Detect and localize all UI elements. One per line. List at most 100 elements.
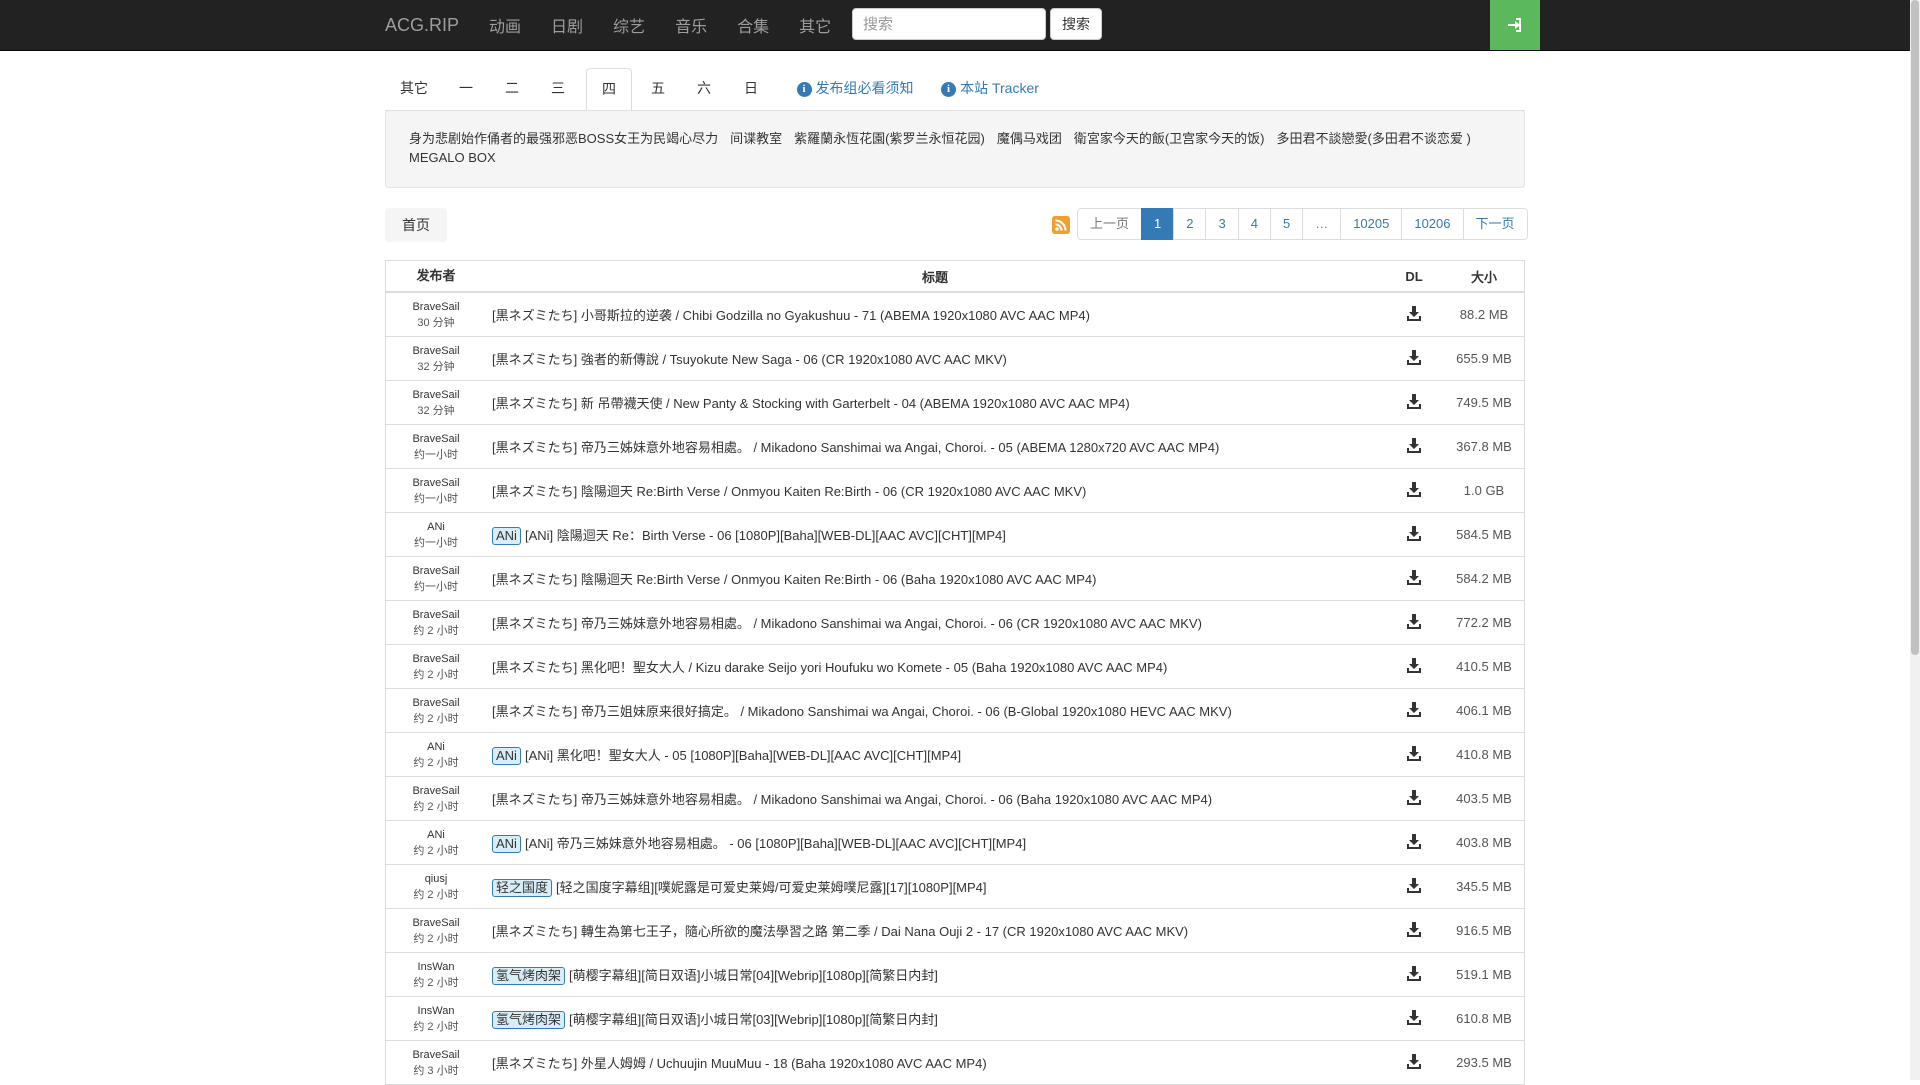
- breadcrumb[interactable]: 首页: [385, 208, 447, 242]
- torrent-title[interactable]: [萌樱字幕组][简日双语]小城日常[03][Webrip][1080p][简繁日…: [569, 1012, 938, 1027]
- download-icon[interactable]: [1406, 525, 1422, 541]
- download-icon[interactable]: [1406, 393, 1422, 409]
- torrent-title[interactable]: [黒ネズミたち] 帝乃三姊妹意外地容易相處。 / Mikadono Sanshi…: [492, 792, 1212, 807]
- page-5[interactable]: 5: [1269, 208, 1304, 240]
- publisher-name[interactable]: BraveSail: [386, 651, 486, 667]
- schedule-item[interactable]: 身为悲剧始作俑者的最强邪恶BOSS女王为民竭心尽力: [409, 131, 718, 146]
- download-icon[interactable]: [1406, 701, 1422, 717]
- publisher-name[interactable]: BraveSail: [386, 563, 486, 579]
- torrent-title[interactable]: [萌樱字幕组][简日双语]小城日常[04][Webrip][1080p][简繁日…: [569, 968, 938, 983]
- page-next[interactable]: 下一页: [1462, 208, 1528, 240]
- team-tag[interactable]: 轻之国度: [492, 878, 553, 897]
- publisher-name[interactable]: BraveSail: [386, 475, 486, 491]
- publisher-name[interactable]: ANi: [386, 739, 486, 755]
- download-icon[interactable]: [1406, 965, 1422, 981]
- team-tag[interactable]: ANi: [492, 834, 521, 853]
- schedule-item[interactable]: MEGALO BOX: [409, 150, 496, 165]
- nav-link-other[interactable]: 其它: [799, 13, 831, 37]
- schedule-item[interactable]: 间谍教室: [730, 131, 782, 146]
- page-prev[interactable]: 上一页: [1077, 208, 1143, 240]
- download-icon[interactable]: [1406, 789, 1422, 805]
- torrent-title[interactable]: [黒ネズミたち] 帝乃三姐妹原来很好搞定。 / Mikadono Sanshim…: [492, 704, 1232, 719]
- torrent-title[interactable]: [ANi] 帝乃三姊妹意外地容易相處。 - 06 [1080P][Baha][W…: [525, 836, 1026, 851]
- tab-sun[interactable]: 日: [728, 68, 774, 109]
- team-tag[interactable]: ANi: [492, 526, 521, 545]
- publisher-name[interactable]: BraveSail: [386, 343, 486, 359]
- download-icon[interactable]: [1406, 437, 1422, 453]
- tab-wed[interactable]: 三: [535, 68, 581, 109]
- torrent-title[interactable]: [黒ネズミたち] 強者的新傳說 / Tsuyokute New Saga - 0…: [492, 352, 1007, 367]
- download-icon[interactable]: [1406, 613, 1422, 629]
- team-tag[interactable]: 氢气烤肉架: [492, 1010, 566, 1029]
- login-button[interactable]: [1490, 0, 1540, 50]
- torrent-title[interactable]: [黒ネズミたち] 陰陽迴天 Re:Birth Verse / Onmyou Ka…: [492, 484, 1086, 499]
- download-icon[interactable]: [1406, 1053, 1422, 1069]
- publisher-name[interactable]: BraveSail: [386, 431, 486, 447]
- torrent-title[interactable]: [黒ネズミたち] 新 吊帶襪天使 / New Panty & Stocking …: [492, 396, 1130, 411]
- search-button[interactable]: 搜索: [1050, 8, 1102, 40]
- torrent-title[interactable]: [ANi] 黑化吧！聖女大人 - 05 [1080P][Baha][WEB-DL…: [525, 748, 961, 763]
- torrent-title[interactable]: [黒ネズミたち] 帝乃三姊妹意外地容易相處。 / Mikadono Sanshi…: [492, 440, 1219, 455]
- page-scrollbar[interactable]: [1910, 0, 1920, 1080]
- tab-sat[interactable]: 六: [681, 68, 727, 109]
- download-icon[interactable]: [1406, 877, 1422, 893]
- torrent-title[interactable]: [黒ネズミたち] 黑化吧！聖女大人 / Kizu darake Seijo yo…: [492, 660, 1167, 675]
- publisher-name[interactable]: BraveSail: [386, 695, 486, 711]
- download-icon[interactable]: [1406, 569, 1422, 585]
- schedule-item[interactable]: 魔偶马戏团: [997, 131, 1062, 146]
- publisher-name[interactable]: BraveSail: [386, 387, 486, 403]
- publisher-name[interactable]: BraveSail: [386, 1047, 486, 1063]
- torrent-title[interactable]: [ANi] 陰陽迴天 Re：Birth Verse - 06 [1080P][B…: [525, 528, 1006, 543]
- tab-tracker[interactable]: i 本站 Tracker: [935, 68, 1045, 109]
- brand-logo[interactable]: ACG.RIP: [385, 15, 459, 36]
- tab-other[interactable]: 其它: [385, 68, 443, 109]
- search-input[interactable]: [852, 8, 1046, 40]
- nav-link-variety[interactable]: 综艺: [613, 13, 645, 37]
- tab-tue[interactable]: 二: [489, 68, 535, 109]
- team-tag[interactable]: 氢气烤肉架: [492, 966, 566, 985]
- nav-link-collection[interactable]: 合集: [737, 13, 769, 37]
- download-icon[interactable]: [1406, 1009, 1422, 1025]
- page-4[interactable]: 4: [1237, 208, 1271, 240]
- schedule-item[interactable]: 多田君不談戀愛(多田君不谈恋爱 ): [1277, 131, 1471, 146]
- publisher-name[interactable]: BraveSail: [386, 299, 486, 315]
- schedule-item[interactable]: 衛宮家今天的飯(卫宫家今天的饭): [1074, 131, 1265, 146]
- download-icon[interactable]: [1406, 305, 1422, 321]
- tab-publisher-notice[interactable]: i 发布组必看须知: [790, 68, 920, 109]
- publisher-name[interactable]: BraveSail: [386, 783, 486, 799]
- publisher-name[interactable]: ANi: [386, 519, 486, 535]
- download-icon[interactable]: [1406, 833, 1422, 849]
- torrent-title[interactable]: [黒ネズミたち] 陰陽迴天 Re:Birth Verse / Onmyou Ka…: [492, 572, 1097, 587]
- publisher-name[interactable]: BraveSail: [386, 915, 486, 931]
- page-10206[interactable]: 10206: [1401, 208, 1464, 240]
- nav-link-drama[interactable]: 日剧: [551, 13, 583, 37]
- torrent-title[interactable]: [黒ネズミたち] 帝乃三姊妹意外地容易相處。 / Mikadono Sanshi…: [492, 616, 1202, 631]
- publisher-name[interactable]: qiusj: [386, 871, 486, 887]
- download-icon[interactable]: [1406, 745, 1422, 761]
- torrent-title[interactable]: [黒ネズミたち] 小哥斯拉的逆袭 / Chibi Godzilla no Gya…: [492, 308, 1090, 323]
- tab-fri[interactable]: 五: [635, 68, 681, 109]
- page-3[interactable]: 3: [1205, 208, 1239, 240]
- nav-link-music[interactable]: 音乐: [675, 13, 707, 37]
- tab-mon[interactable]: 一: [443, 68, 489, 109]
- download-icon[interactable]: [1406, 657, 1422, 673]
- page-2[interactable]: 2: [1173, 208, 1207, 240]
- tab-thu[interactable]: 四: [586, 68, 632, 111]
- scrollbar-thumb[interactable]: [1911, 0, 1919, 655]
- torrent-title[interactable]: [轻之国度字幕组][噗妮露是可爱史莱姆/可爱史莱姆噗尼露][17][1080P]…: [556, 880, 987, 895]
- download-icon[interactable]: [1406, 921, 1422, 937]
- download-icon[interactable]: [1406, 349, 1422, 365]
- torrent-title[interactable]: [黒ネズミたち] 外星人姆姆 / Uchuujin MuuMuu - 18 (B…: [492, 1056, 987, 1071]
- team-tag[interactable]: ANi: [492, 746, 521, 765]
- publisher-name[interactable]: InsWan: [386, 1003, 486, 1019]
- page-10205[interactable]: 10205: [1340, 208, 1403, 240]
- nav-link-anime[interactable]: 动画: [489, 13, 521, 37]
- schedule-item[interactable]: 紫羅蘭永恆花園(紫罗兰永恒花园): [794, 131, 985, 146]
- publisher-name[interactable]: InsWan: [386, 959, 486, 975]
- download-icon[interactable]: [1406, 481, 1422, 497]
- torrent-title[interactable]: [黒ネズミたち] 轉生為第七王子，隨心所欲的魔法學習之路 第二季 / Dai N…: [492, 924, 1188, 939]
- rss-icon[interactable]: [1052, 216, 1070, 234]
- publisher-name[interactable]: BraveSail: [386, 607, 486, 623]
- publisher-name[interactable]: ANi: [386, 827, 486, 843]
- page-1[interactable]: 1: [1141, 208, 1175, 240]
